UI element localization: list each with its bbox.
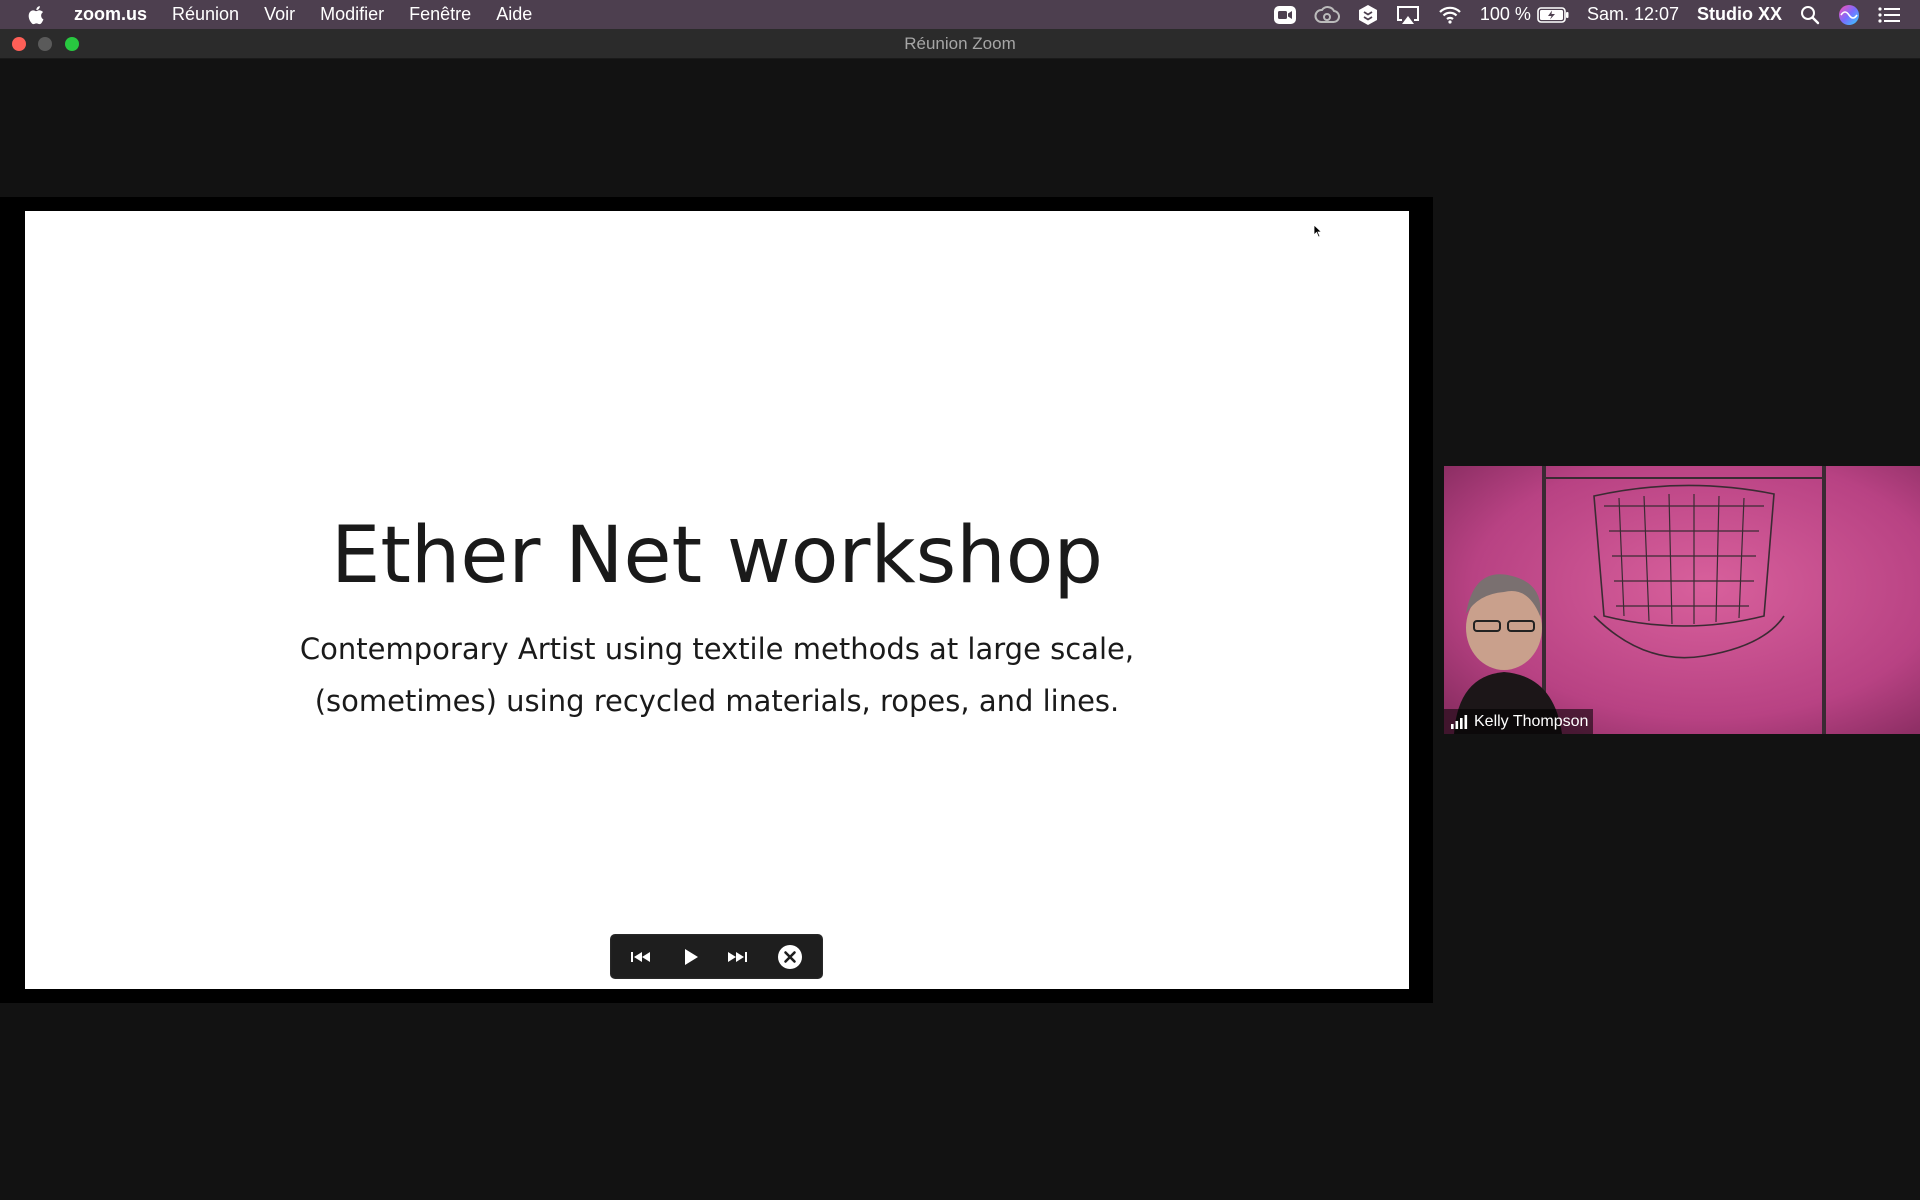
participant-video[interactable]: Kelly Thompson <box>1444 466 1920 734</box>
slide-controls <box>610 934 823 979</box>
window-title-bar: Réunion Zoom <box>0 29 1920 59</box>
airplay-icon[interactable] <box>1396 0 1420 29</box>
previous-slide-icon[interactable] <box>626 934 656 979</box>
battery-percent[interactable]: 100 % <box>1480 4 1531 25</box>
close-icon[interactable] <box>775 934 805 979</box>
next-slide-icon[interactable] <box>722 934 752 979</box>
zoom-icon[interactable] <box>1273 0 1296 29</box>
menu-fenetre[interactable]: Fenêtre <box>409 0 471 29</box>
apple-icon[interactable] <box>26 4 48 26</box>
slide-subtitle: Contemporary Artist using textile method… <box>25 623 1409 727</box>
creative-cloud-icon[interactable] <box>1314 0 1340 29</box>
window-title: Réunion Zoom <box>904 34 1016 53</box>
slide-subtitle-line-1: Contemporary Artist using textile method… <box>299 632 1135 666</box>
spotlight-search-icon[interactable] <box>1800 0 1820 29</box>
dropbox-icon[interactable] <box>1358 0 1378 29</box>
mouse-pointer-icon <box>1313 224 1323 238</box>
participant-name-tag: Kelly Thompson <box>1444 709 1594 734</box>
signal-strength-icon <box>1451 714 1468 729</box>
play-icon[interactable] <box>676 934 706 979</box>
shared-screen: Ether Net workshop Contemporary Artist u… <box>0 197 1433 1003</box>
menu-app-name[interactable]: zoom.us <box>74 0 147 29</box>
menu-bar: zoom.us Réunion Voir Modifier Fenêtre Ai… <box>0 0 1920 29</box>
menu-voir[interactable]: Voir <box>264 0 295 29</box>
menu-reunion[interactable]: Réunion <box>172 0 239 29</box>
menu-user[interactable]: Studio XX <box>1697 4 1782 25</box>
slide: Ether Net workshop Contemporary Artist u… <box>25 211 1409 989</box>
wifi-icon[interactable] <box>1438 0 1462 29</box>
menu-modifier[interactable]: Modifier <box>320 0 384 29</box>
slide-title: Ether Net workshop <box>331 511 1103 601</box>
slide-subtitle-line-2: (sometimes) using recycled materials, ro… <box>314 684 1120 718</box>
participant-video-feed <box>1444 466 1920 734</box>
participant-name: Kelly Thompson <box>1474 712 1589 730</box>
battery-icon[interactable] <box>1537 0 1569 29</box>
siri-icon[interactable] <box>1838 0 1860 29</box>
menu-aide[interactable]: Aide <box>496 0 532 29</box>
menu-clock[interactable]: Sam. 12:07 <box>1587 4 1679 25</box>
notification-center-icon[interactable] <box>1878 0 1900 29</box>
